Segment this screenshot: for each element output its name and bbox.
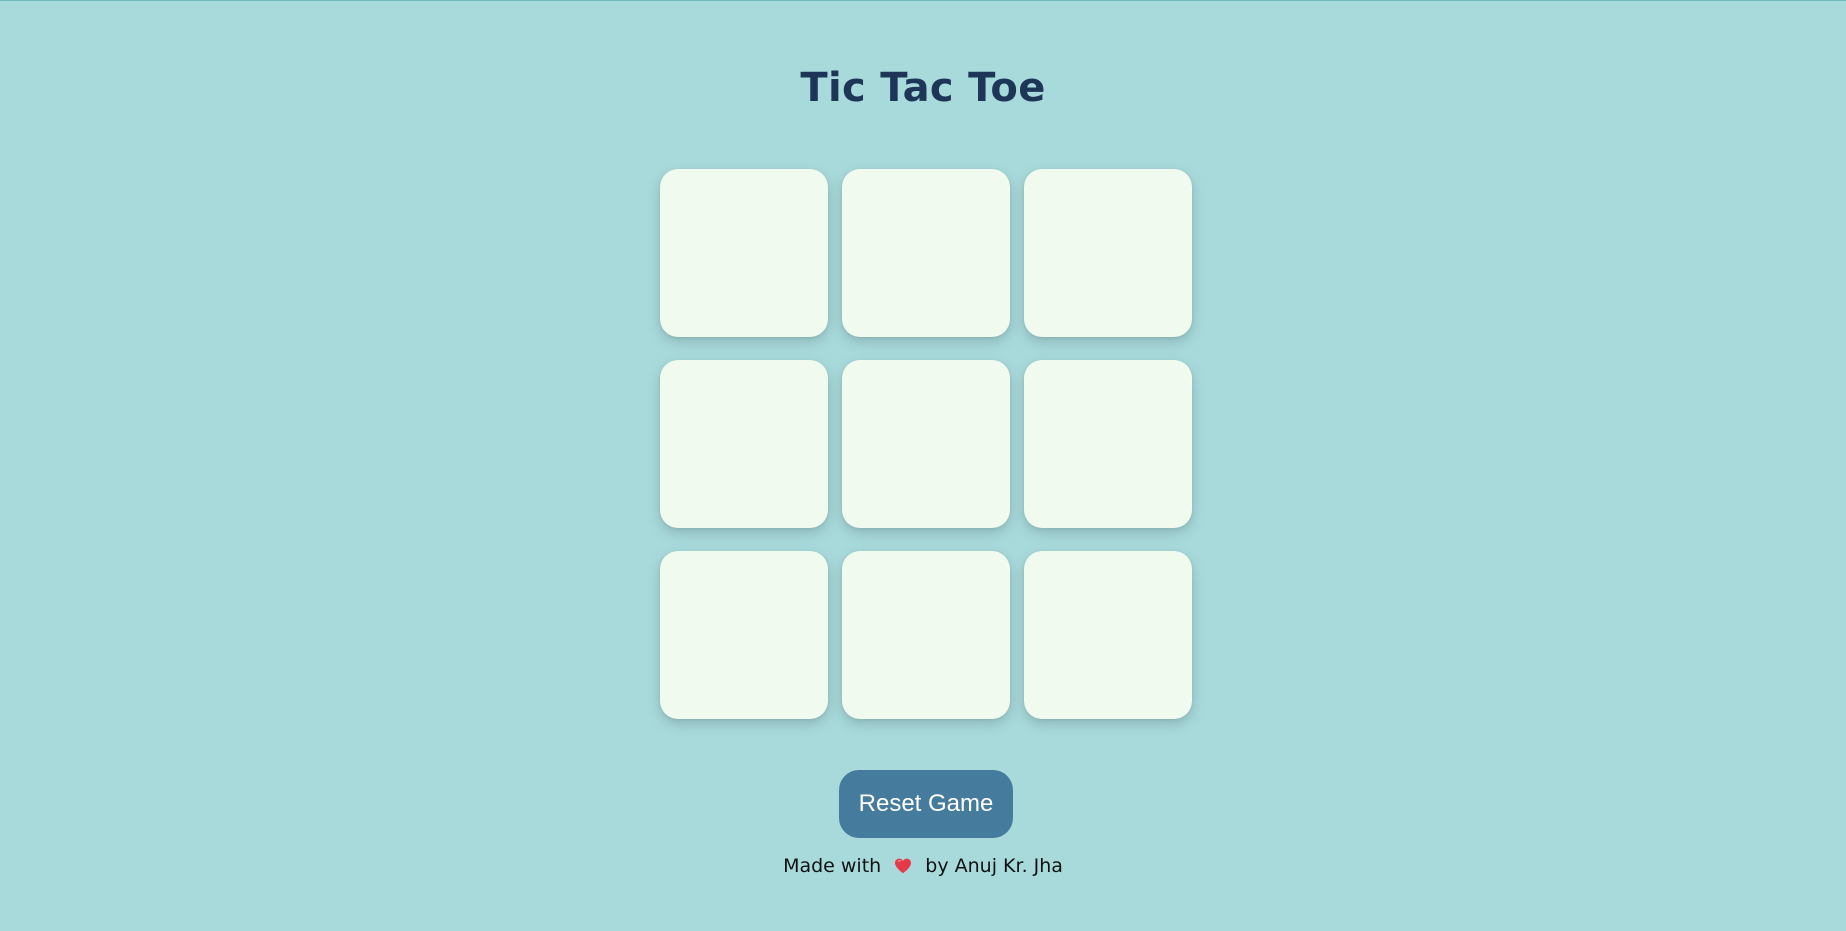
page-title: Tic Tac Toe [800, 65, 1046, 111]
board-cell-9[interactable] [1024, 551, 1192, 719]
board-cell-6[interactable] [1024, 360, 1192, 528]
game-page: Tic Tac Toe Reset Game Made with by Anuj… [0, 1, 1846, 931]
footer-credit: Made with by Anuj Kr. Jha [0, 853, 1846, 879]
reset-game-button[interactable]: Reset Game [839, 770, 1013, 838]
board-cell-8[interactable] [842, 551, 1010, 719]
board-cell-4[interactable] [660, 360, 828, 528]
board-cell-1[interactable] [660, 169, 828, 337]
heart-icon [893, 856, 913, 876]
game-board [660, 169, 1192, 719]
board-cell-7[interactable] [660, 551, 828, 719]
footer-prefix: Made with [783, 855, 882, 877]
board-cell-5[interactable] [842, 360, 1010, 528]
footer-author: by Anuj Kr. Jha [925, 855, 1063, 877]
board-cell-3[interactable] [1024, 169, 1192, 337]
board-cell-2[interactable] [842, 169, 1010, 337]
